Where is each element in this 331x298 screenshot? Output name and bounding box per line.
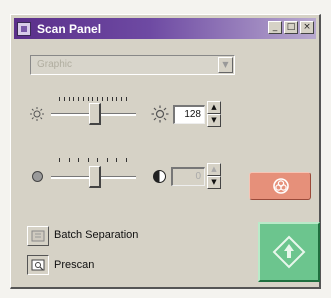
scan-panel-window: Scan Panel _ □ × Graphic ▼ 128 ▲ ▼ 0 ▲ ▼…	[10, 14, 321, 289]
spin-up-icon[interactable]: ▲	[207, 163, 221, 176]
minimize-button[interactable]: _	[268, 21, 282, 34]
prescan-icon	[31, 259, 45, 271]
brightness-slider-thumb[interactable]	[89, 103, 101, 125]
contrast-value-field[interactable]: 0	[171, 167, 205, 186]
contrast-low-icon	[32, 171, 43, 182]
contrast-slider-thumb[interactable]	[89, 166, 101, 188]
prescan-button[interactable]	[27, 255, 49, 275]
brightness-spinner[interactable]: ▲ ▼	[207, 101, 221, 127]
contrast-high-icon	[153, 170, 166, 183]
prescan-label[interactable]: Prescan	[54, 259, 94, 271]
brightness-high-icon	[151, 105, 169, 123]
contrast-spinner[interactable]: ▲ ▼	[207, 163, 221, 189]
batch-separation-label[interactable]: Batch Separation	[54, 229, 138, 241]
batch-separation-button[interactable]	[27, 226, 49, 246]
close-button[interactable]: ×	[300, 21, 314, 34]
brightness-low-icon	[30, 107, 44, 121]
scan-button[interactable]	[258, 222, 320, 282]
app-icon[interactable]	[17, 21, 31, 36]
contrast-slider-ticks	[59, 158, 127, 162]
spin-down-icon[interactable]: ▼	[207, 114, 221, 127]
auto-adjust-button[interactable]	[249, 172, 311, 200]
color-wheel-icon	[273, 178, 289, 194]
brightness-slider-ticks	[59, 97, 127, 101]
scan-mode-dropdown[interactable]: Graphic ▼	[30, 55, 235, 75]
spin-up-icon[interactable]: ▲	[207, 101, 221, 114]
diamond-arrow-icon	[272, 235, 306, 269]
chevron-down-icon[interactable]: ▼	[218, 57, 233, 73]
brightness-value-field[interactable]: 128	[173, 105, 205, 124]
spin-down-icon[interactable]: ▼	[207, 176, 221, 189]
scan-mode-value: Graphic	[37, 59, 73, 70]
batch-icon	[31, 230, 45, 242]
maximize-button[interactable]: □	[284, 21, 298, 34]
window-title: Scan Panel	[37, 21, 102, 36]
title-bar[interactable]: Scan Panel _ □ ×	[14, 18, 316, 39]
